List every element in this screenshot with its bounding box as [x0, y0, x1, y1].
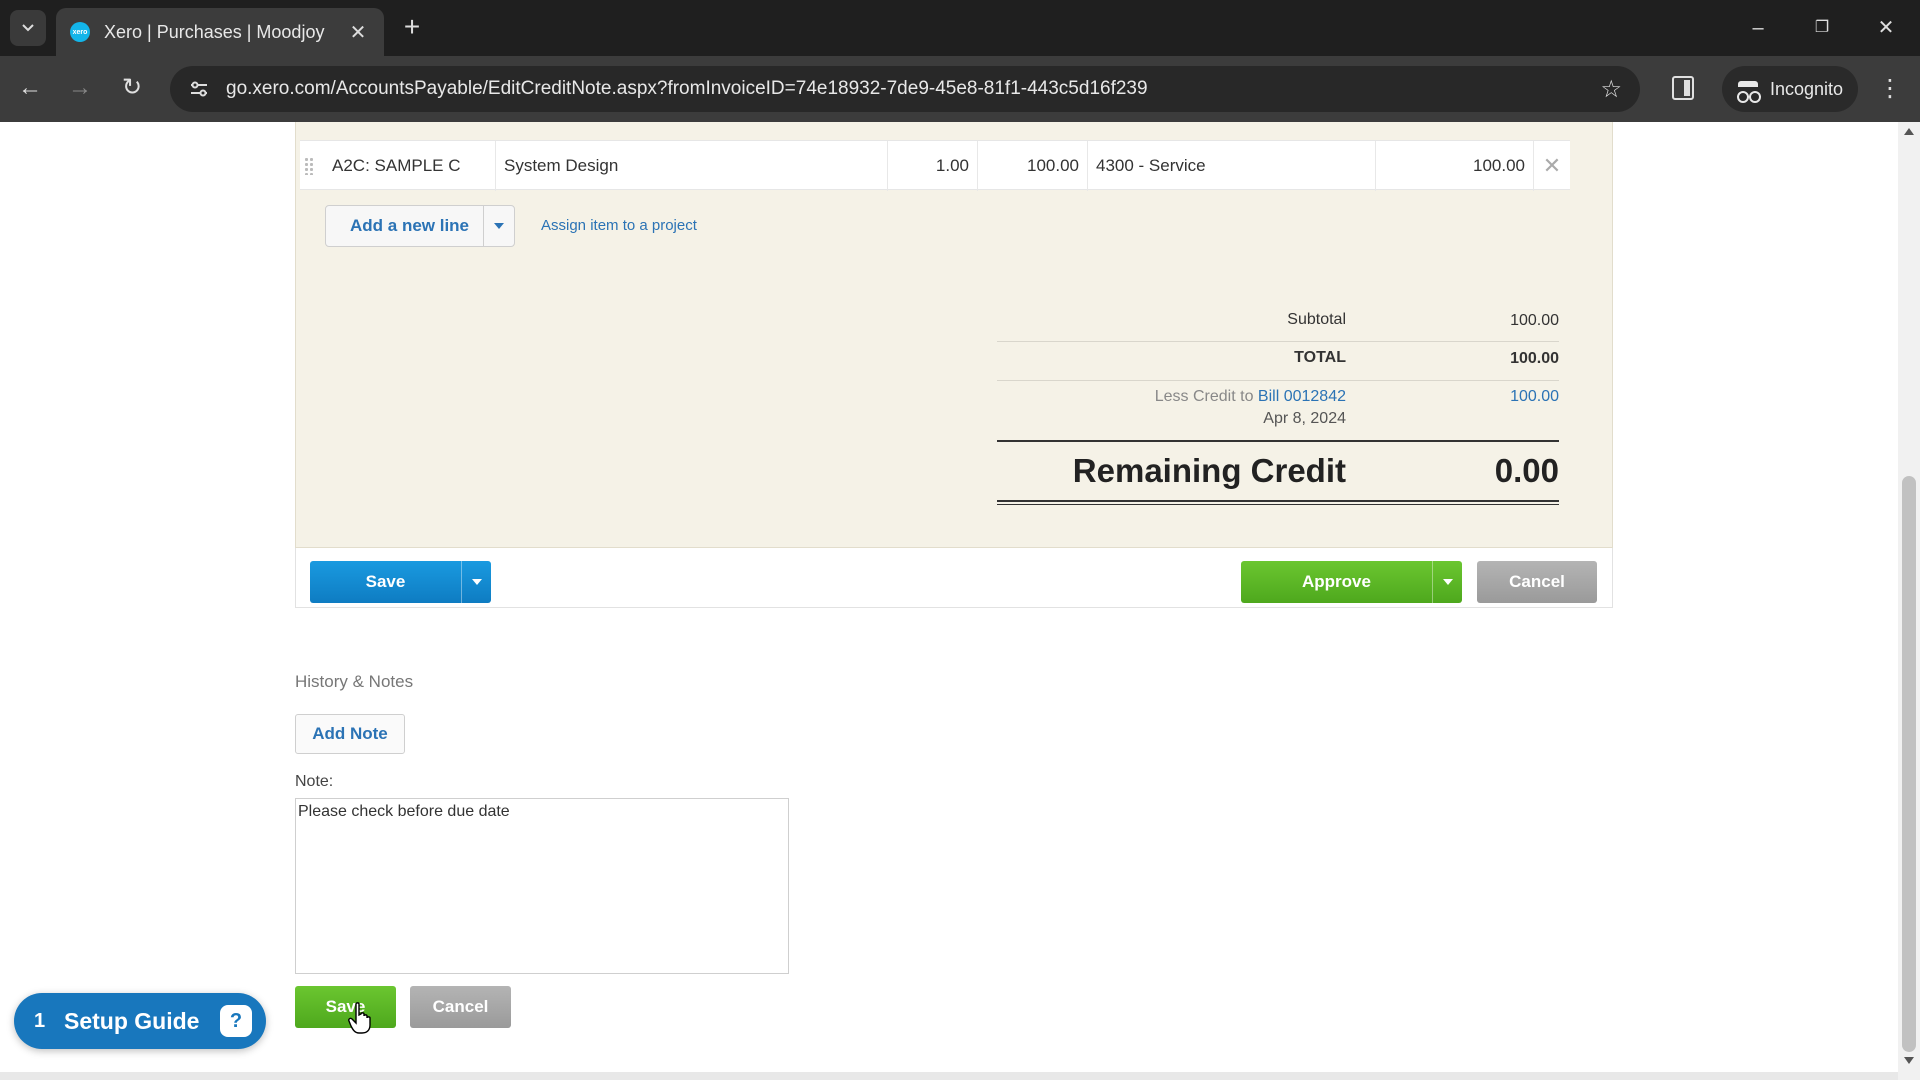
- divider: [997, 380, 1559, 381]
- total-label: TOTAL: [1294, 349, 1346, 366]
- bill-link[interactable]: Bill 0012842: [1258, 388, 1346, 405]
- quantity-cell[interactable]: 1.00: [888, 141, 978, 191]
- bookmark-star-icon[interactable]: ☆: [1600, 75, 1622, 104]
- browser-menu-icon[interactable]: ⋮: [1878, 74, 1902, 104]
- add-note-button[interactable]: Add Note: [295, 714, 405, 754]
- save-button[interactable]: Save: [310, 561, 461, 603]
- xero-favicon-icon: xero: [70, 22, 90, 42]
- scroll-down-icon[interactable]: [1904, 1057, 1914, 1064]
- less-credit-date: Apr 8, 2024: [1263, 410, 1346, 427]
- incognito-indicator[interactable]: Incognito: [1722, 66, 1858, 112]
- forward-arrow-icon[interactable]: →: [62, 70, 98, 106]
- add-line-dropdown-button[interactable]: [484, 206, 514, 246]
- assign-project-link[interactable]: Assign item to a project: [541, 217, 697, 234]
- approve-button[interactable]: Approve: [1241, 561, 1432, 603]
- caret-down-icon: [471, 579, 482, 585]
- back-arrow-icon[interactable]: ←: [12, 70, 48, 106]
- page-viewport: A2C: SAMPLE C System Design 1.00 100.00 …: [0, 122, 1898, 1080]
- scrollbar-thumb[interactable]: [1902, 476, 1916, 1052]
- description-cell[interactable]: System Design: [496, 141, 888, 191]
- side-panel-icon[interactable]: [1672, 76, 1694, 100]
- horizontal-scrollbar[interactable]: [0, 1072, 1898, 1080]
- note-textarea[interactable]: Please check before due date: [295, 798, 789, 974]
- less-credit-line: Less Credit to Bill 0012842: [1155, 388, 1346, 406]
- approve-split-button: Approve: [1241, 561, 1462, 603]
- setup-guide-label: Setup Guide: [64, 1007, 200, 1034]
- subtotal-value: 100.00: [1510, 312, 1559, 329]
- cancel-button[interactable]: Cancel: [1477, 561, 1597, 603]
- chevron-down-icon: [22, 24, 34, 32]
- table-row: A2C: SAMPLE C System Design 1.00 100.00 …: [300, 140, 1570, 191]
- hand-cursor-icon: [348, 1002, 371, 1034]
- divider: [997, 440, 1559, 442]
- minimize-button[interactable]: –: [1734, 10, 1782, 46]
- less-credit-value[interactable]: 100.00: [1510, 388, 1559, 406]
- amount-cell[interactable]: 100.00: [1376, 141, 1534, 191]
- note-label: Note:: [295, 773, 334, 790]
- remaining-credit-label: Remaining Credit: [1072, 452, 1346, 489]
- tab-close-icon[interactable]: ✕: [346, 20, 370, 45]
- help-icon: ?: [220, 1005, 252, 1037]
- divider: [997, 341, 1559, 342]
- incognito-label: Incognito: [1770, 78, 1844, 99]
- caret-down-icon: [494, 223, 505, 229]
- add-new-line-button[interactable]: Add a new line: [326, 206, 485, 246]
- url-text: go.xero.com/AccountsPayable/EditCreditNo…: [226, 78, 1148, 99]
- tab-title: Xero | Purchases | Moodjoy: [104, 21, 325, 42]
- drag-handle-icon[interactable]: [304, 157, 314, 175]
- delete-row-icon[interactable]: ✕: [1534, 141, 1570, 191]
- history-notes-heading: History & Notes: [295, 672, 414, 691]
- close-window-button[interactable]: ✕: [1862, 10, 1910, 46]
- item-cell[interactable]: A2C: SAMPLE C: [324, 141, 496, 191]
- browser-tab[interactable]: xero Xero | Purchases | Moodjoy ✕: [56, 8, 384, 56]
- restore-button[interactable]: ❐: [1798, 10, 1846, 46]
- tab-search-button[interactable]: [10, 10, 46, 46]
- browser-tab-bar: xero Xero | Purchases | Moodjoy ✕ + – ❐ …: [0, 0, 1920, 56]
- setup-guide-button[interactable]: 1 Setup Guide ?: [14, 993, 266, 1049]
- account-cell[interactable]: 4300 - Service: [1088, 141, 1376, 191]
- subtotal-label: Subtotal: [1287, 311, 1346, 328]
- reload-icon[interactable]: ↻: [114, 70, 150, 106]
- browser-toolbar: ← → ↻ go.xero.com/AccountsPayable/EditCr…: [0, 56, 1920, 122]
- scroll-up-icon[interactable]: [1904, 128, 1914, 135]
- total-value: 100.00: [1510, 350, 1559, 367]
- save-split-button: Save: [310, 561, 491, 603]
- setup-guide-count: 1: [34, 1009, 46, 1032]
- save-options-button[interactable]: [461, 561, 491, 603]
- site-info-icon[interactable]: [184, 74, 214, 104]
- caret-down-icon: [1442, 579, 1453, 585]
- divider: [997, 500, 1559, 502]
- new-tab-button[interactable]: +: [396, 12, 428, 44]
- divider: [997, 504, 1559, 505]
- incognito-icon: [1736, 79, 1760, 103]
- note-cancel-button[interactable]: Cancel: [410, 986, 511, 1028]
- remaining-credit-value: 0.00: [1494, 452, 1559, 489]
- add-line-split-button: Add a new line: [325, 205, 516, 247]
- approve-options-button[interactable]: [1432, 561, 1462, 603]
- unit-price-cell[interactable]: 100.00: [978, 141, 1088, 191]
- note-save-button[interactable]: Save: [295, 986, 396, 1028]
- less-credit-prefix: Less Credit to: [1154, 388, 1254, 405]
- vertical-scrollbar[interactable]: [1898, 122, 1920, 1080]
- address-bar[interactable]: go.xero.com/AccountsPayable/EditCreditNo…: [170, 66, 1640, 112]
